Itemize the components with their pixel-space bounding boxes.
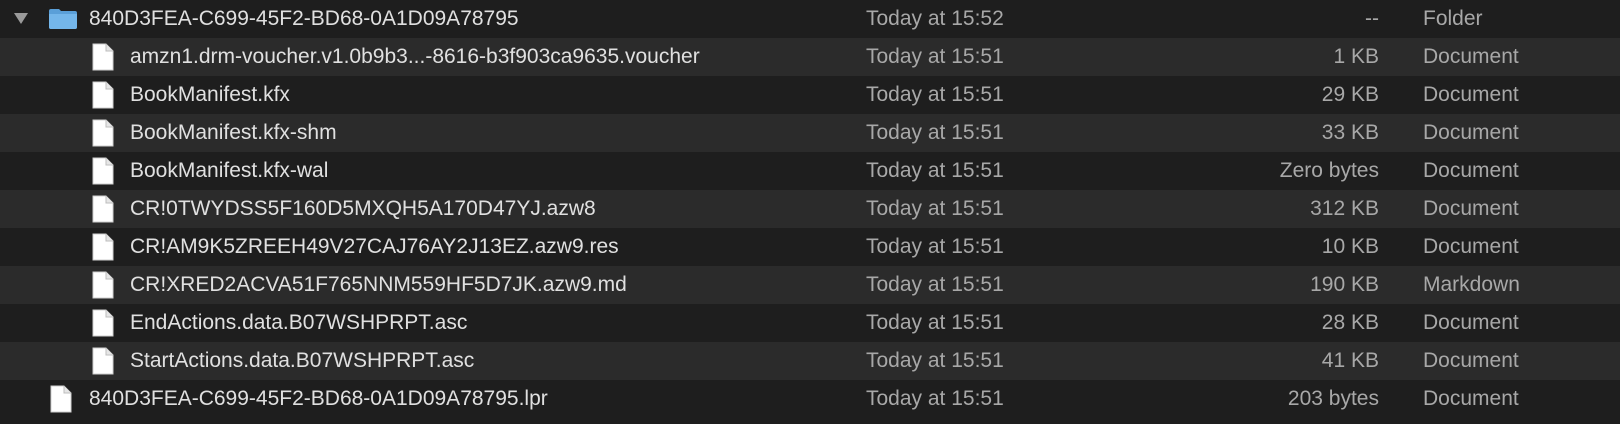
file-name: amzn1.drm-voucher.v1.0b9b3...-8616-b3f90… — [130, 45, 700, 68]
file-name: BookManifest.kfx-wal — [130, 159, 329, 182]
file-row[interactable]: CR!XRED2ACVA51F765NNM559HF5D7JK.azw9.md T… — [0, 266, 1620, 304]
file-kind: Document — [1423, 159, 1519, 182]
file-row[interactable]: BookManifest.kfx-shm Today at 15:51 33 KB D… — [0, 114, 1620, 152]
file-size: 28 KB — [1321, 311, 1379, 334]
document-icon — [92, 195, 114, 229]
document-icon — [92, 233, 114, 267]
file-size: 190 KB — [1310, 273, 1379, 296]
file-size: 203 bytes — [1287, 387, 1379, 410]
file-name: CR!0TWYDSS5F160D5MXQH5A170D47YJ.azw8 — [130, 197, 596, 220]
finder-file-list: 840D3FEA-C699-45F2-BD68-0A1D09A78795 Toda… — [0, 0, 1620, 424]
document-icon — [92, 347, 114, 381]
file-kind: Document — [1423, 349, 1519, 372]
disclosure-triangle-icon[interactable] — [14, 13, 28, 24]
folder-icon — [48, 8, 78, 36]
document-icon — [92, 157, 114, 191]
file-name: 840D3FEA-C699-45F2-BD68-0A1D09A78795 — [89, 7, 519, 30]
file-size: 41 KB — [1321, 349, 1379, 372]
file-kind: Markdown — [1423, 273, 1520, 296]
file-name: CR!AM9K5ZREEH49V27CAJ76AY2J13EZ.azw9.res — [130, 235, 619, 258]
file-row[interactable]: 840D3FEA-C699-45F2-BD68-0A1D09A78795.lpr… — [0, 380, 1620, 418]
file-kind: Folder — [1423, 7, 1483, 30]
file-row[interactable]: CR!0TWYDSS5F160D5MXQH5A170D47YJ.azw8 Toda… — [0, 190, 1620, 228]
file-row[interactable]: BookManifest.kfx Today at 15:51 29 KB Docum… — [0, 76, 1620, 114]
date-modified: Today at 15:51 — [866, 83, 1004, 106]
file-kind: Document — [1423, 311, 1519, 334]
date-modified: Today at 15:51 — [866, 197, 1004, 220]
file-row[interactable]: amzn1.drm-voucher.v1.0b9b3...-8616-b3f90… — [0, 38, 1620, 76]
file-size: 1 KB — [1333, 45, 1379, 68]
document-icon — [92, 81, 114, 115]
file-name: 840D3FEA-C699-45F2-BD68-0A1D09A78795.lpr — [89, 387, 548, 410]
date-modified: Today at 15:51 — [866, 45, 1004, 68]
file-kind: Document — [1423, 235, 1519, 258]
document-icon — [92, 309, 114, 343]
file-row[interactable]: CR!AM9K5ZREEH49V27CAJ76AY2J13EZ.azw9.res… — [0, 228, 1620, 266]
file-size: 312 KB — [1310, 197, 1379, 220]
file-name: BookManifest.kfx — [130, 83, 290, 106]
file-row[interactable]: BookManifest.kfx-wal Today at 15:51 Zero b… — [0, 152, 1620, 190]
file-size: -- — [1365, 7, 1379, 30]
file-kind: Document — [1423, 45, 1519, 68]
date-modified: Today at 15:51 — [866, 235, 1004, 258]
file-size: Zero bytes — [1279, 159, 1379, 182]
document-icon — [92, 271, 114, 305]
date-modified: Today at 15:51 — [866, 349, 1004, 372]
date-modified: Today at 15:51 — [866, 159, 1004, 182]
file-row[interactable]: EndActions.data.B07WSHPRPT.asc Today at 1… — [0, 304, 1620, 342]
date-modified: Today at 15:51 — [866, 273, 1004, 296]
file-name: EndActions.data.B07WSHPRPT.asc — [130, 311, 468, 334]
file-kind: Document — [1423, 121, 1519, 144]
file-kind: Document — [1423, 387, 1519, 410]
date-modified: Today at 15:52 — [866, 7, 1004, 30]
file-size: 10 KB — [1321, 235, 1379, 258]
document-icon — [92, 43, 114, 77]
document-icon — [50, 385, 72, 419]
date-modified: Today at 15:51 — [866, 121, 1004, 144]
file-kind: Document — [1423, 83, 1519, 106]
date-modified: Today at 15:51 — [866, 311, 1004, 334]
document-icon — [92, 119, 114, 153]
file-kind: Document — [1423, 197, 1519, 220]
folder-row[interactable]: 840D3FEA-C699-45F2-BD68-0A1D09A78795 Toda… — [0, 0, 1620, 38]
date-modified: Today at 15:51 — [866, 387, 1004, 410]
file-name: StartActions.data.B07WSHPRPT.asc — [130, 349, 475, 372]
file-row[interactable]: StartActions.data.B07WSHPRPT.asc Today at… — [0, 342, 1620, 380]
file-name: CR!XRED2ACVA51F765NNM559HF5D7JK.azw9.md — [130, 273, 627, 296]
file-name: BookManifest.kfx-shm — [130, 121, 337, 144]
file-size: 33 KB — [1321, 121, 1379, 144]
file-size: 29 KB — [1321, 83, 1379, 106]
